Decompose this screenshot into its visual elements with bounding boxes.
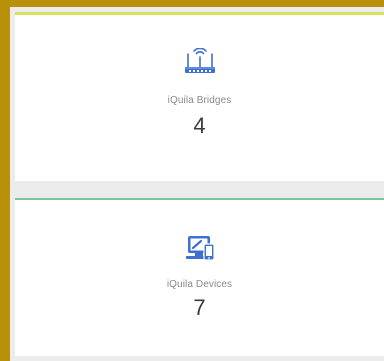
dashboard-panel: iQuila Bridges 4 iQuila Devices 7 — [10, 7, 384, 361]
bridges-count: 4 — [193, 113, 206, 138]
devices-card[interactable]: iQuila Devices 7 — [15, 198, 384, 356]
devices-label: iQuila Devices — [166, 279, 233, 290]
router-icon — [178, 47, 222, 77]
devices-count: 7 — [193, 295, 206, 320]
devices-icon — [178, 233, 222, 263]
bridges-card[interactable]: iQuila Bridges 4 — [15, 12, 384, 181]
bridges-label: iQuila Bridges — [167, 95, 232, 106]
